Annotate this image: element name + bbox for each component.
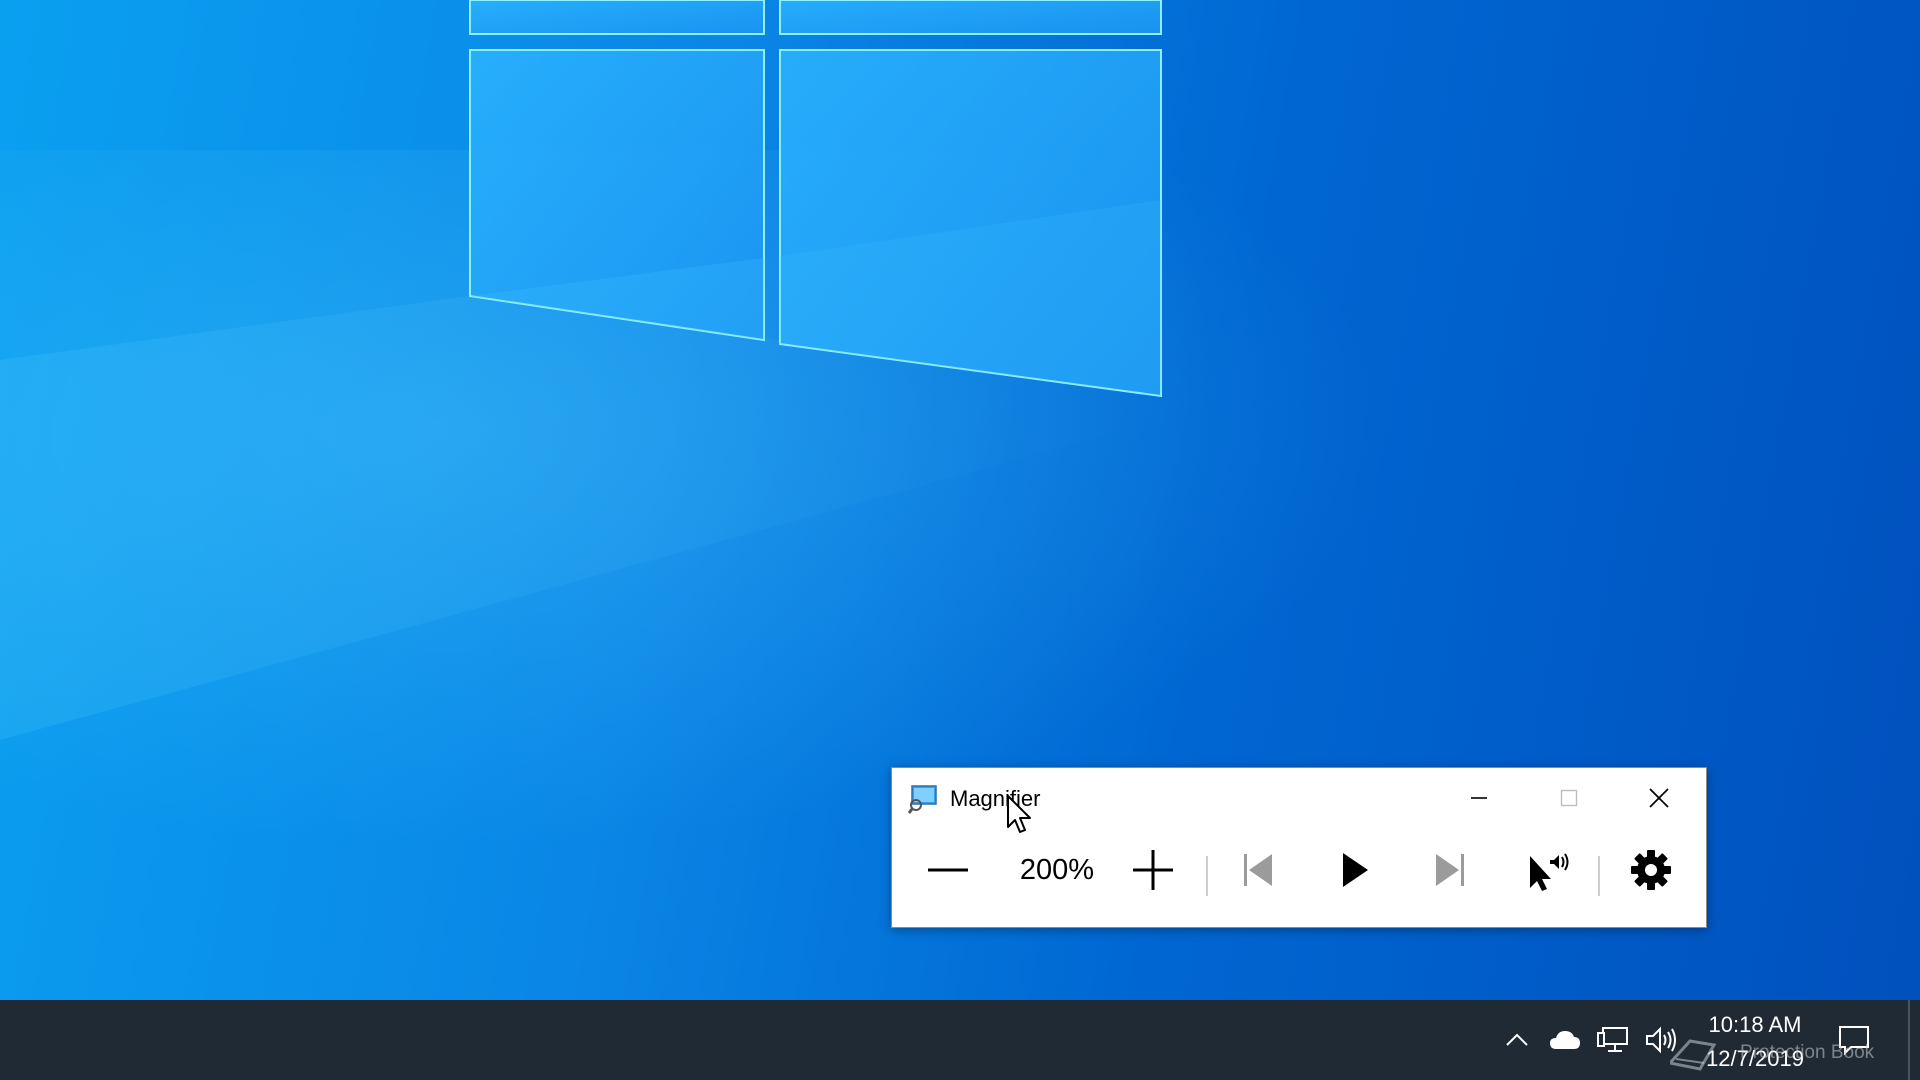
previous-button[interactable] (1226, 842, 1290, 898)
mouse-cursor-icon (1007, 795, 1031, 833)
network-tray-button[interactable] (1593, 1018, 1633, 1062)
zoom-level-value: 200% (1019, 854, 1095, 886)
gear-icon (1631, 850, 1671, 890)
skip-forward-icon (1436, 854, 1464, 886)
magnifier-toolbar: 200% (892, 828, 1706, 927)
settings-button[interactable] (1619, 842, 1683, 898)
minus-icon (928, 868, 968, 872)
play-button[interactable] (1322, 842, 1386, 898)
taskbar: 10:18 AM 12/7/2019 (0, 1000, 1920, 1080)
zoom-out-button[interactable] (916, 842, 980, 898)
magnifier-app-icon (907, 784, 938, 814)
next-button[interactable] (1418, 842, 1482, 898)
toolbar-separator (1598, 856, 1600, 896)
show-hidden-icons-button[interactable] (1497, 1018, 1537, 1062)
pointer-speaker-icon (1530, 853, 1569, 891)
watermark-text: Protection Book (1740, 1042, 1875, 1063)
toolbar-separator (1206, 856, 1208, 896)
cloud-icon (1550, 1031, 1580, 1049)
close-icon (1649, 788, 1669, 808)
network-icon (1597, 1027, 1628, 1052)
plus-icon (1133, 850, 1173, 890)
magnifier-window: Magnifier 200% (891, 767, 1707, 928)
skip-back-icon (1244, 854, 1272, 886)
minimize-button[interactable] (1434, 768, 1524, 828)
minimize-icon (1471, 797, 1487, 799)
close-button[interactable] (1614, 768, 1704, 828)
chevron-up-icon (1506, 1033, 1528, 1046)
onedrive-tray-button[interactable] (1545, 1018, 1585, 1062)
play-icon (1343, 853, 1368, 887)
zoom-in-button[interactable] (1121, 842, 1185, 898)
maximize-icon (1560, 789, 1578, 807)
maximize-button[interactable] (1524, 768, 1614, 828)
read-from-here-button[interactable] (1514, 842, 1578, 898)
